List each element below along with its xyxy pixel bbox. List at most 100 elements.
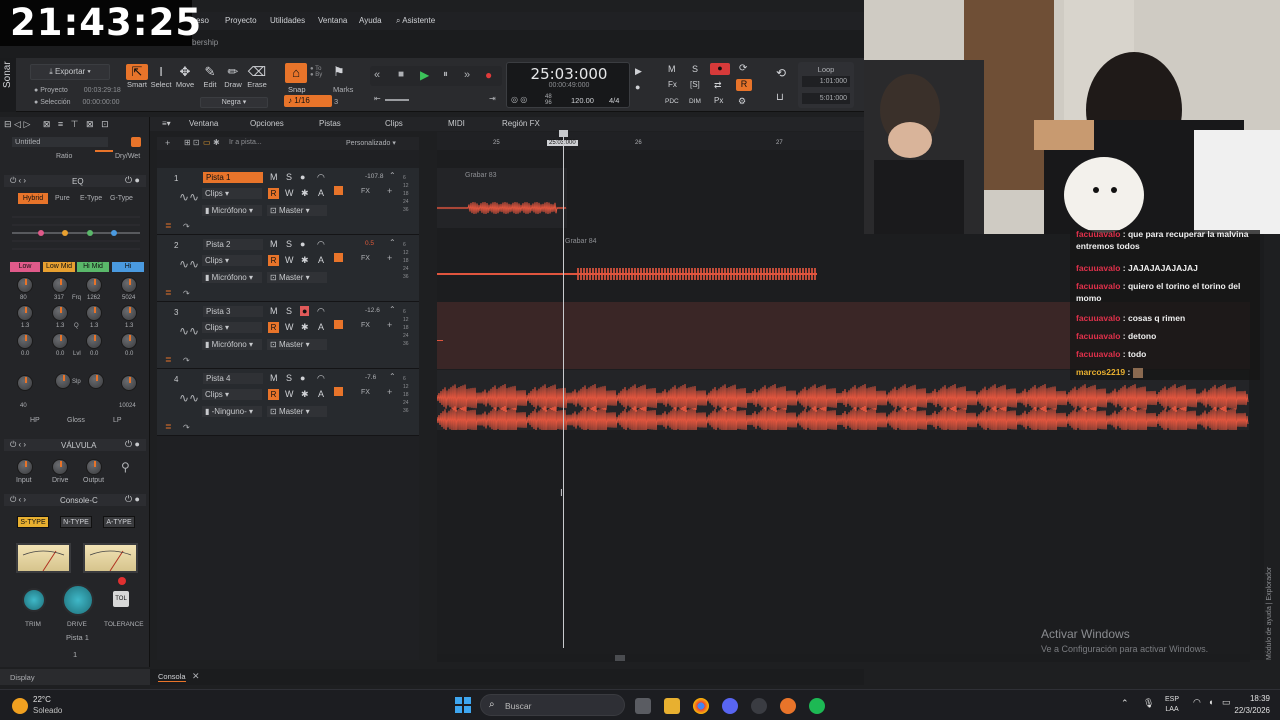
menu-collapse-icon[interactable]: ≡▾ [162, 119, 171, 128]
eq-power-icon[interactable]: ⏻ ● [125, 175, 140, 186]
track-volume[interactable]: -7.6 [365, 374, 376, 381]
chrome-icon[interactable] [693, 698, 709, 714]
track-menu-options[interactable]: Opciones [250, 119, 284, 128]
hi-q-knob[interactable] [121, 305, 137, 321]
timeline-ruler[interactable]: 25 26 27 25:03:000 [437, 132, 864, 150]
solo-button[interactable]: S [286, 373, 292, 383]
wifi-icon[interactable]: ◠ [1193, 697, 1201, 708]
track-menu-window[interactable]: Ventana [189, 119, 218, 128]
track-menu-icon[interactable]: ≣ [165, 288, 172, 297]
language-indicator[interactable]: ESP LAA [1165, 695, 1179, 715]
playhead-handle[interactable] [559, 130, 568, 137]
track-header[interactable]: 4 Pista 4 M S ● ◠ -7.6 ⌃ ∿∿ Clips ▾ R W … [157, 369, 419, 436]
loop-start[interactable]: 1:01:000 [802, 76, 850, 87]
tray-chevron-icon[interactable]: ⌃ [1121, 698, 1129, 709]
gloss-button[interactable]: Gloss [67, 417, 85, 424]
track-expand-icon[interactable]: ⌃ [389, 238, 396, 247]
lowmid-level-knob[interactable] [52, 333, 68, 349]
pdc-button[interactable]: PDC [665, 98, 679, 105]
fx-power-icon[interactable] [334, 186, 343, 195]
record-arm-button[interactable]: ● [300, 373, 305, 383]
horizontal-scrollbar[interactable] [437, 654, 1250, 662]
tolerance-button[interactable]: TOL [113, 591, 129, 607]
write-automation-button[interactable]: W [285, 255, 294, 265]
input-echo-icon[interactable]: ◠ [317, 306, 325, 317]
track-expand-icon[interactable]: ⌃ [389, 305, 396, 314]
move-tool[interactable]: ✥ Move [174, 64, 196, 89]
mute-all-button[interactable]: M [668, 64, 676, 74]
solo-safe-icon[interactable]: [S] [690, 80, 700, 89]
folder-icon[interactable]: ▭ [203, 138, 211, 147]
record-arm-button[interactable]: ● [300, 239, 305, 249]
a-type-button[interactable]: A-TYPE [103, 516, 135, 528]
hp-knob[interactable] [17, 375, 33, 391]
export-button[interactable]: ⤓ Exportar ▾ [30, 64, 110, 80]
solo-button[interactable]: S [286, 239, 292, 249]
track-menu-icon[interactable]: ≣ [165, 355, 172, 364]
read-automation-button[interactable]: R [736, 79, 752, 91]
eq-mode-pure[interactable]: Pure [55, 195, 70, 202]
track-volume[interactable]: 0.5 [365, 240, 374, 247]
low-level-knob[interactable] [17, 333, 33, 349]
track-expand-icon[interactable]: ⌃ [389, 372, 396, 381]
hp-slope-knob[interactable] [55, 373, 71, 389]
track-tools-icons[interactable]: ⊞ ⊡ [184, 138, 200, 147]
hp-button[interactable]: HP [30, 417, 40, 424]
track-view-select[interactable]: Clips ▾ [202, 255, 262, 266]
track-view-select[interactable]: Clips ▾ [202, 188, 262, 199]
track-name[interactable]: Pista 2 [203, 239, 263, 250]
select-tool[interactable]: I Select [150, 64, 172, 89]
smart-tool[interactable]: ⇱ Smart [126, 64, 148, 89]
tune-icon[interactable]: ⚙ [738, 96, 746, 107]
solo-button[interactable]: S [286, 306, 292, 316]
automation-lane-icon[interactable]: ↷ [183, 289, 190, 298]
track-output-select[interactable]: ⊡ Master ▾ [267, 272, 327, 283]
add-fx-icon[interactable]: + [387, 320, 392, 330]
track-name[interactable]: Pista 1 [203, 172, 263, 183]
track-output-select[interactable]: ⊡ Master ▾ [267, 406, 327, 417]
track-volume[interactable]: -12.6 [365, 307, 380, 314]
fx-power-icon[interactable] [334, 320, 343, 329]
write-automation-button[interactable]: W [285, 389, 294, 399]
track-input-select[interactable]: ▮ Micrófono ▾ [202, 339, 262, 350]
fx-power-icon[interactable] [334, 387, 343, 396]
automation-lane-icon[interactable]: ↷ [183, 222, 190, 231]
discord-icon[interactable] [722, 698, 738, 714]
track-menu-clips[interactable]: Clips [385, 119, 403, 128]
himid-q-knob[interactable] [86, 305, 102, 321]
himid-freq-knob[interactable] [86, 277, 102, 293]
eq-mode-hybrid[interactable]: Hybrid [18, 193, 48, 204]
low-freq-knob[interactable] [17, 277, 33, 293]
clock-time[interactable]: 18:39 [1230, 694, 1270, 703]
stop-button[interactable]: ■ [398, 69, 404, 80]
track-output-select[interactable]: ⊡ Master ▾ [267, 339, 327, 350]
draw-tool[interactable]: ✏ Draw [222, 64, 244, 89]
dim-button[interactable]: DIM [689, 98, 701, 105]
play-selection-icon[interactable]: ▶ [635, 66, 642, 77]
audio-clip[interactable]: Grabar 83 [436, 168, 567, 228]
preset-power-icon[interactable] [131, 137, 141, 147]
loop-icon[interactable]: ⟲ [776, 66, 786, 80]
n-type-button[interactable]: N-TYPE [60, 516, 92, 528]
snap-to-options[interactable]: ● To ● By [310, 66, 322, 78]
valve-power-icon[interactable]: ⏻ ● [125, 439, 140, 450]
lowmid-q-knob[interactable] [52, 305, 68, 321]
mute-button[interactable]: M [270, 373, 278, 383]
tool-color-select[interactable]: Negra ▾ [200, 97, 268, 108]
mute-button[interactable]: M [270, 239, 278, 249]
menu-assistant[interactable]: ⌕ Asistente [396, 16, 435, 26]
fx-bypass-icon[interactable]: Fx [668, 80, 677, 89]
band-low-mid[interactable]: Low Mid [43, 262, 75, 272]
automation-lane-icon[interactable]: ↷ [183, 356, 190, 365]
track-menu-icon[interactable]: ≣ [165, 221, 172, 230]
add-fx-icon[interactable]: + [387, 387, 392, 397]
punch-icon[interactable]: ⊔ [776, 92, 784, 103]
pause-button[interactable]: ⏸ [443, 69, 448, 80]
mute-button[interactable]: M [270, 306, 278, 316]
marks-flag-icon[interactable]: ⚑ [333, 64, 345, 80]
track-input-select[interactable]: ▮ Micrófono ▾ [202, 205, 262, 216]
volume-icon[interactable]: ◖ [1208, 697, 1213, 707]
automation-button[interactable]: A [318, 188, 324, 198]
automation-button[interactable]: A [318, 389, 324, 399]
add-fx-icon[interactable]: + [387, 253, 392, 263]
